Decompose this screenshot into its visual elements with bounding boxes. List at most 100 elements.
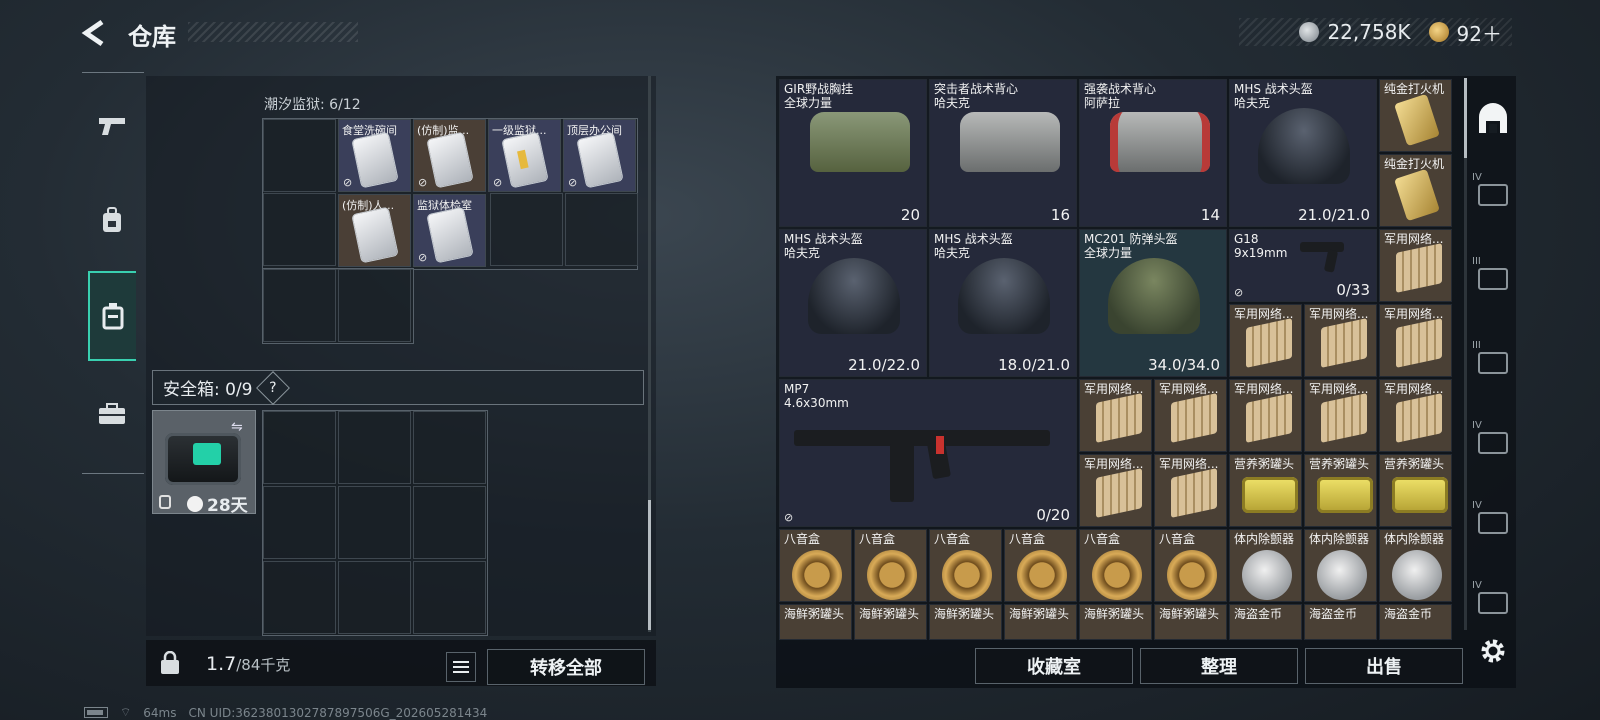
storage-item-seafood-can[interactable]: 海鲜粥罐头 — [1154, 604, 1227, 640]
empty-slot[interactable] — [338, 411, 411, 484]
storage-item-musicbox[interactable]: 八音盒 — [1154, 529, 1227, 602]
item-name: MHS 战术头盔 哈夫克 — [934, 232, 1013, 260]
item-detail: 0/20 — [1036, 506, 1070, 524]
storage-item-can[interactable]: 营养粥罐头 — [1229, 454, 1302, 527]
empty-slot[interactable] — [263, 193, 336, 266]
storage-tab-iv-1[interactable]: IV — [1470, 172, 1516, 218]
storage-item-lighter[interactable]: 纯金打火机 — [1379, 79, 1452, 152]
storage-item-helmet[interactable]: MC201 防弹头盔 全球力量 34.0/34.0 — [1079, 229, 1227, 377]
item-name: G18 9x19mm — [1234, 232, 1288, 260]
storage-item-musicbox[interactable]: 八音盒 — [779, 529, 852, 602]
inventory-scroll-thumb[interactable] — [648, 500, 651, 630]
safe-case-item[interactable]: ⇋ 28天 — [152, 410, 256, 516]
storage-item-ammo[interactable]: 军用网络... — [1379, 229, 1452, 302]
storage-tab-iv-3[interactable]: IV — [1470, 500, 1516, 546]
storage-item-seafood-can[interactable]: 海鲜粥罐头 — [854, 604, 927, 640]
item-name: 军用网络... — [1384, 307, 1444, 321]
keycard-item[interactable]: 一级监狱... ⊘ — [488, 119, 561, 192]
keycard-item[interactable]: 顶层办公间 ⊘ — [563, 119, 636, 192]
storage-item-pirate-coin[interactable]: 海盗金币 — [1229, 604, 1302, 640]
keycard-item[interactable]: (仿制)人... — [338, 194, 411, 267]
keycard-item[interactable]: 食堂洗碗间 ⊘ — [338, 119, 411, 192]
empty-slot[interactable] — [565, 193, 638, 266]
empty-slot[interactable] — [490, 193, 563, 266]
storage-item-vest[interactable]: GIR野战胸挂 全球力量 20 — [779, 79, 927, 227]
storage-item-helmet[interactable]: MHS 战术头盔 哈夫克 18.0/21.0 — [929, 229, 1077, 377]
storage-tab-all[interactable] — [1470, 96, 1516, 142]
storage-item-defibrillator[interactable]: 体内除颤器 — [1229, 529, 1302, 602]
food-can-icon — [1392, 477, 1448, 513]
clock-icon — [187, 495, 203, 512]
tab-weapons[interactable] — [88, 81, 136, 171]
storage-item-seafood-can[interactable]: 海鲜粥罐头 — [779, 604, 852, 640]
list-view-button[interactable] — [446, 652, 476, 682]
storage-item-seafood-can[interactable]: 海鲜粥罐头 — [929, 604, 1002, 640]
storage-item-ammo[interactable]: 军用网络... — [1304, 379, 1377, 452]
storage-item-can[interactable]: 营养粥罐头 — [1379, 454, 1452, 527]
empty-slot[interactable] — [263, 411, 336, 484]
empty-slot[interactable] — [338, 269, 411, 342]
item-name: 海盗金币 — [1234, 607, 1283, 621]
back-arrow-icon[interactable] — [80, 18, 110, 48]
settings-button[interactable] — [1470, 628, 1516, 674]
sort-button[interactable]: 整理 — [1140, 648, 1298, 684]
collection-room-button[interactable]: 收藏室 — [975, 648, 1133, 684]
storage-item-defibrillator[interactable]: 体内除颤器 — [1379, 529, 1452, 602]
storage-item-musicbox[interactable]: 八音盒 — [1079, 529, 1152, 602]
storage-item-ammo[interactable]: 军用网络... — [1229, 379, 1302, 452]
item-detail — [936, 436, 944, 454]
storage-item-helmet[interactable]: MHS 战术头盔 哈夫克 21.0/21.0 — [1229, 79, 1377, 227]
storage-item-smg[interactable]: MP7 4.6x30mm ⊘ 0/20 — [779, 379, 1077, 527]
storage-item-vest[interactable]: 强袭战术背心 阿萨拉 14 — [1079, 79, 1227, 227]
keycard-item[interactable]: (仿制)监... ⊘ — [413, 119, 486, 192]
empty-slot[interactable] — [413, 411, 486, 484]
empty-slot[interactable] — [263, 486, 336, 559]
tab-kit[interactable] — [88, 369, 136, 459]
item-name: 八音盒 — [1084, 532, 1121, 546]
storage-item-musicbox[interactable]: 八音盒 — [929, 529, 1002, 602]
empty-slot[interactable] — [338, 486, 411, 559]
empty-slot[interactable] — [263, 269, 336, 342]
tab-containers[interactable] — [88, 271, 136, 361]
smg-icon — [794, 430, 1050, 446]
keycard-icon — [577, 132, 623, 188]
storage-item-seafood-can[interactable]: 海鲜粥罐头 — [1004, 604, 1077, 640]
empty-slot[interactable] — [338, 561, 411, 634]
storage-item-ammo[interactable]: 军用网络... — [1079, 454, 1152, 527]
empty-slot[interactable] — [413, 486, 486, 559]
help-icon[interactable]: ? — [255, 370, 290, 405]
empty-slot[interactable] — [413, 561, 486, 634]
storage-item-can[interactable]: 营养粥罐头 — [1304, 454, 1377, 527]
storage-item-ammo[interactable]: 军用网络... — [1304, 304, 1377, 377]
storage-item-defibrillator[interactable]: 体内除颤器 — [1304, 529, 1377, 602]
storage-item-ammo[interactable]: 军用网络... — [1154, 379, 1227, 452]
storage-item-ammo[interactable]: 军用网络... — [1079, 379, 1152, 452]
storage-scroll-thumb[interactable] — [1464, 78, 1467, 158]
user-uid: CN UID:3623801302787897506G_202605281434 — [188, 705, 488, 720]
storage-tab-iii-2[interactable]: III — [1470, 340, 1516, 386]
storage-item-ammo[interactable]: 军用网络... — [1154, 454, 1227, 527]
storage-item-ammo[interactable]: 军用网络... — [1229, 304, 1302, 377]
storage-item-pistol[interactable]: G18 9x19mm ⊘ 0/33 — [1229, 229, 1377, 302]
storage-item-musicbox[interactable]: 八音盒 — [854, 529, 927, 602]
empty-slot[interactable] — [263, 561, 336, 634]
storage-item-vest[interactable]: 突击者战术背心 哈夫克 16 — [929, 79, 1077, 227]
storage-tab-iv-4[interactable]: IV — [1470, 580, 1516, 626]
storage-item-pirate-coin[interactable]: 海盗金币 — [1379, 604, 1452, 640]
keycard-item[interactable]: 监狱体检室 ⊘ — [413, 194, 486, 267]
storage-item-ammo[interactable]: 军用网络... — [1379, 304, 1452, 377]
storage-item-helmet[interactable]: MHS 战术头盔 哈夫克 21.0/22.0 — [779, 229, 927, 377]
storage-scrollbar[interactable] — [1464, 78, 1467, 630]
sell-button[interactable]: 出售 — [1305, 648, 1463, 684]
storage-item-pirate-coin[interactable]: 海盗金币 — [1304, 604, 1377, 640]
storage-item-ammo[interactable]: 军用网络... — [1379, 379, 1452, 452]
transfer-all-button[interactable]: 转移全部 — [487, 649, 645, 685]
gold-balance[interactable]: 92＋ — [1457, 18, 1502, 47]
storage-item-lighter[interactable]: 纯金打火机 — [1379, 154, 1452, 227]
tab-gear[interactable] — [88, 175, 136, 265]
storage-item-seafood-can[interactable]: 海鲜粥罐头 — [1079, 604, 1152, 640]
storage-tab-iv-2[interactable]: IV — [1470, 420, 1516, 466]
empty-slot[interactable] — [263, 119, 336, 192]
storage-item-musicbox[interactable]: 八音盒 — [1004, 529, 1077, 602]
storage-tab-iii-1[interactable]: III — [1470, 256, 1516, 302]
